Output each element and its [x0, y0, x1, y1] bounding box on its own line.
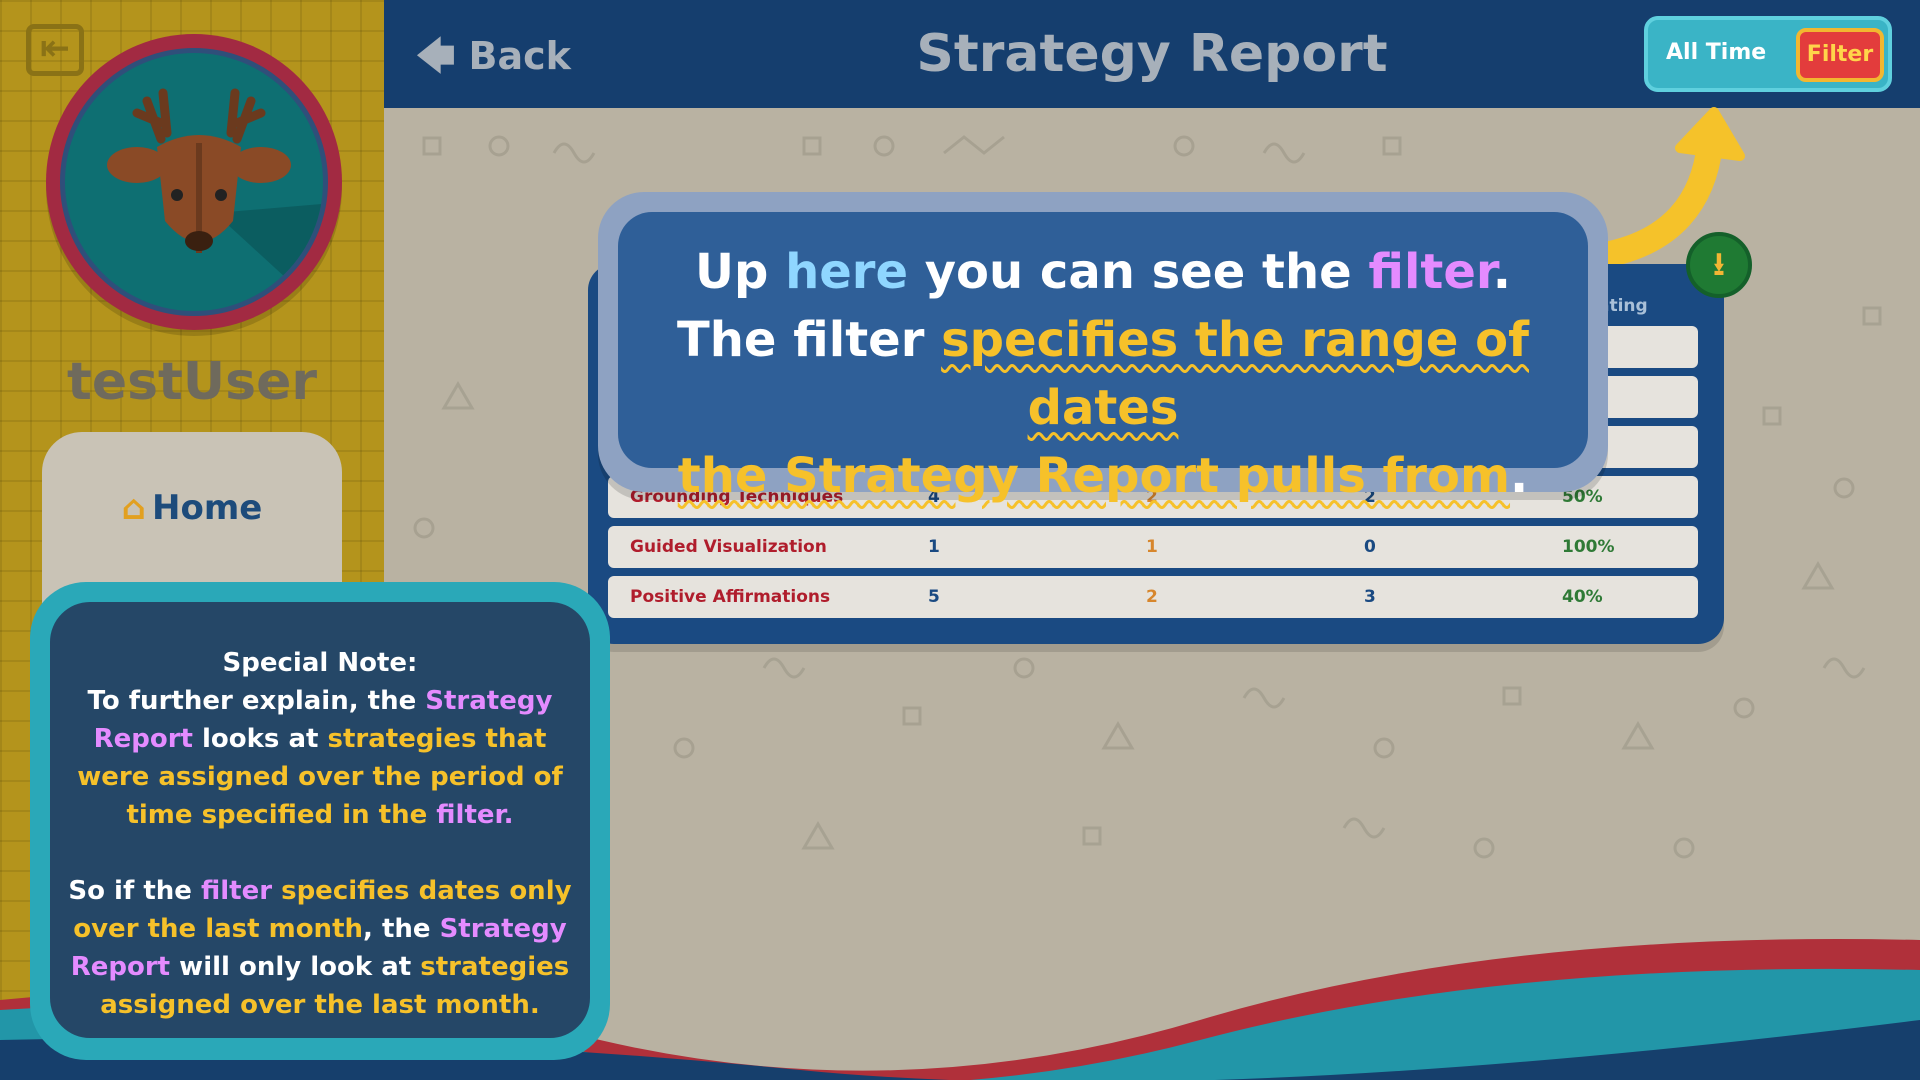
callout-highlight: the Strategy Report pulls from	[677, 448, 1511, 504]
tutorial-callout: Up here you can see the filter. The filt…	[598, 192, 1608, 504]
rating-value: 40%	[1562, 587, 1603, 607]
incomplete-count: 0	[1364, 537, 1376, 557]
house-icon: ⌂	[121, 488, 147, 528]
strategy-name: Guided Visualization	[630, 537, 827, 557]
header: 🡄 Back Strategy Report All Time Filter	[384, 0, 1920, 108]
special-note: Special Note: To further explain, the St…	[30, 582, 610, 1060]
callout-text-part: you can see the	[908, 244, 1369, 300]
username: testUser	[66, 352, 318, 412]
home-label: Home	[152, 488, 263, 528]
callout-highlight: here	[785, 244, 909, 300]
curved-arrow-icon	[1597, 107, 1745, 264]
note-highlight: filter.	[427, 800, 514, 830]
avatar[interactable]	[46, 34, 342, 330]
date-range-label: All Time	[1666, 40, 1767, 65]
table-row[interactable]: Guided Visualization 1 1 0 100%	[608, 526, 1698, 568]
note-text-part: , the	[363, 914, 440, 944]
special-note-text: Special Note: To further explain, the St…	[50, 602, 590, 1038]
callout-text-part: Up	[695, 244, 786, 300]
assigned-count: 5	[928, 587, 940, 607]
note-text-part: looks at	[192, 724, 328, 754]
completed-count: 2	[1146, 587, 1158, 607]
filter-button[interactable]: Filter	[1796, 28, 1884, 82]
note-text-part: will only look at	[170, 952, 421, 982]
table-row[interactable]: Positive Affirmations 5 2 3 40%	[608, 576, 1698, 618]
strategy-name: Positive Affirmations	[630, 587, 831, 607]
callout-text-part: The filter	[677, 312, 942, 368]
note-highlight: filter	[200, 876, 273, 906]
incomplete-count: 3	[1364, 587, 1376, 607]
rating-value: 100%	[1562, 537, 1615, 557]
date-filter: All Time Filter	[1644, 16, 1892, 92]
callout-text: Up here you can see the filter. The filt…	[618, 212, 1588, 504]
callout-highlight: filter	[1368, 244, 1493, 300]
completed-count: 1	[1146, 537, 1158, 557]
callout-text-part: .	[1492, 244, 1511, 300]
home-button[interactable]: ⌂ Home	[42, 488, 342, 528]
assigned-count: 1	[928, 537, 940, 557]
note-text-part: So if the	[68, 876, 201, 906]
callout-highlight: specifies the range of dates	[941, 312, 1529, 436]
callout-text-part: .	[1510, 448, 1529, 504]
note-text-part: To further explain, the	[87, 686, 426, 716]
avatar-deer-image	[60, 48, 328, 316]
special-note-title: Special Note:	[222, 648, 418, 678]
